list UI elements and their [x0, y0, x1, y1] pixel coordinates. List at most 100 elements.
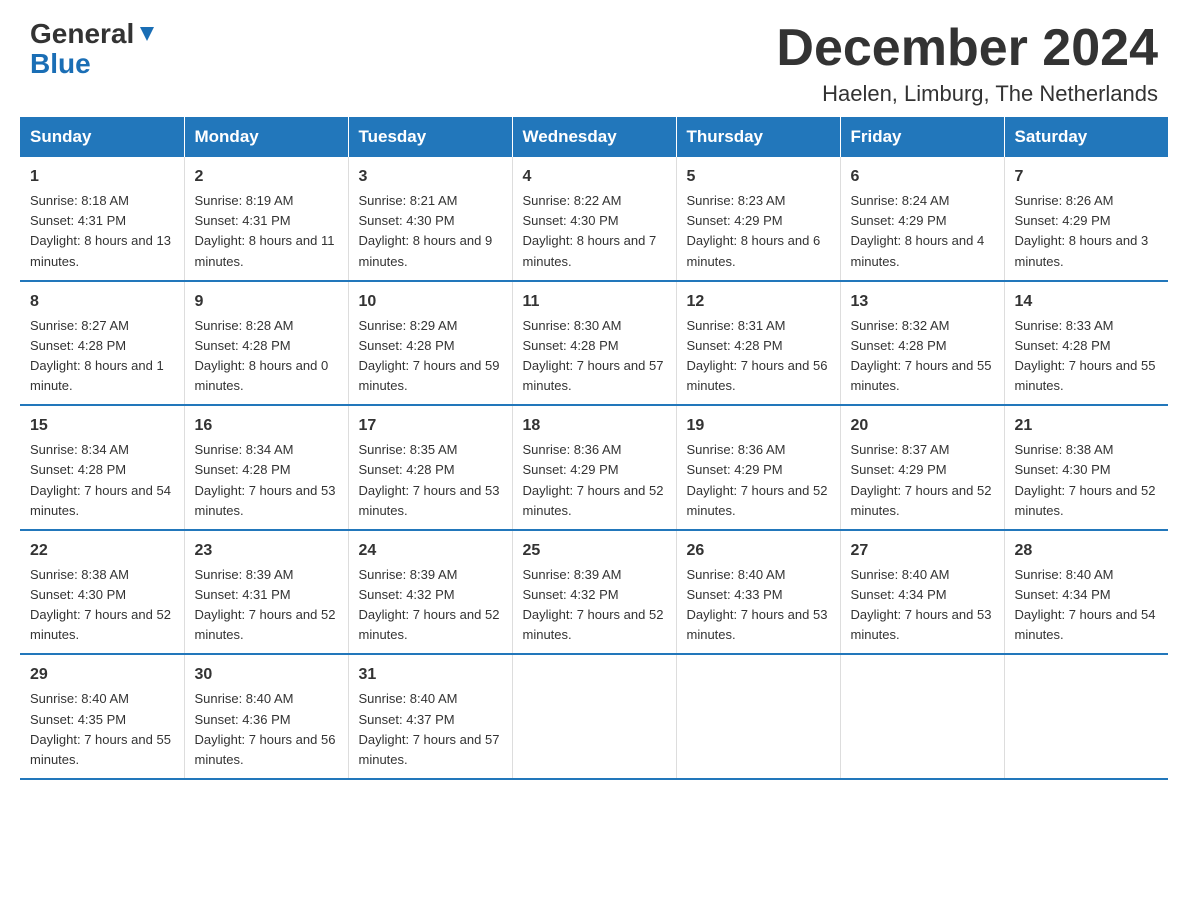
table-row: 13 Sunrise: 8:32 AM Sunset: 4:28 PM Dayl…	[840, 281, 1004, 406]
daylight-label: Daylight: 7 hours and 56 minutes.	[687, 358, 828, 393]
daylight-label: Daylight: 7 hours and 52 minutes.	[851, 483, 992, 518]
day-info: Sunrise: 8:40 AM Sunset: 4:36 PM Dayligh…	[195, 689, 338, 770]
daylight-label: Daylight: 7 hours and 53 minutes.	[851, 607, 992, 642]
day-info: Sunrise: 8:32 AM Sunset: 4:28 PM Dayligh…	[851, 316, 994, 397]
sunset-label: Sunset: 4:28 PM	[30, 338, 126, 353]
sunrise-label: Sunrise: 8:38 AM	[30, 567, 129, 582]
day-info: Sunrise: 8:40 AM Sunset: 4:34 PM Dayligh…	[851, 565, 994, 646]
sunset-label: Sunset: 4:30 PM	[30, 587, 126, 602]
day-info: Sunrise: 8:39 AM Sunset: 4:32 PM Dayligh…	[523, 565, 666, 646]
table-row: 18 Sunrise: 8:36 AM Sunset: 4:29 PM Dayl…	[512, 405, 676, 530]
daylight-label: Daylight: 7 hours and 52 minutes.	[359, 607, 500, 642]
sunset-label: Sunset: 4:34 PM	[851, 587, 947, 602]
sunset-label: Sunset: 4:31 PM	[30, 213, 126, 228]
daylight-label: Daylight: 7 hours and 53 minutes.	[359, 483, 500, 518]
location-title: Haelen, Limburg, The Netherlands	[776, 81, 1158, 107]
sunrise-label: Sunrise: 8:23 AM	[687, 193, 786, 208]
logo-blue-text: Blue	[30, 48, 91, 79]
sunset-label: Sunset: 4:34 PM	[1015, 587, 1111, 602]
table-row: 29 Sunrise: 8:40 AM Sunset: 4:35 PM Dayl…	[20, 654, 184, 779]
col-saturday: Saturday	[1004, 117, 1168, 157]
table-row: 17 Sunrise: 8:35 AM Sunset: 4:28 PM Dayl…	[348, 405, 512, 530]
table-row: 21 Sunrise: 8:38 AM Sunset: 4:30 PM Dayl…	[1004, 405, 1168, 530]
logo: General Blue	[30, 20, 158, 80]
sunset-label: Sunset: 4:28 PM	[1015, 338, 1111, 353]
logo-arrow-icon	[136, 23, 158, 49]
day-number: 19	[687, 414, 830, 438]
sunrise-label: Sunrise: 8:18 AM	[30, 193, 129, 208]
sunset-label: Sunset: 4:28 PM	[523, 338, 619, 353]
day-number: 7	[1015, 165, 1159, 189]
sunrise-label: Sunrise: 8:26 AM	[1015, 193, 1114, 208]
day-number: 10	[359, 290, 502, 314]
sunset-label: Sunset: 4:35 PM	[30, 712, 126, 727]
day-number: 9	[195, 290, 338, 314]
table-row: 8 Sunrise: 8:27 AM Sunset: 4:28 PM Dayli…	[20, 281, 184, 406]
table-row: 15 Sunrise: 8:34 AM Sunset: 4:28 PM Dayl…	[20, 405, 184, 530]
sunrise-label: Sunrise: 8:19 AM	[195, 193, 294, 208]
daylight-label: Daylight: 7 hours and 55 minutes.	[30, 732, 171, 767]
sunset-label: Sunset: 4:29 PM	[687, 462, 783, 477]
sunset-label: Sunset: 4:28 PM	[195, 462, 291, 477]
day-number: 18	[523, 414, 666, 438]
day-number: 15	[30, 414, 174, 438]
table-row: 31 Sunrise: 8:40 AM Sunset: 4:37 PM Dayl…	[348, 654, 512, 779]
calendar-table: Sunday Monday Tuesday Wednesday Thursday…	[20, 117, 1168, 780]
day-info: Sunrise: 8:18 AM Sunset: 4:31 PM Dayligh…	[30, 191, 174, 272]
day-number: 21	[1015, 414, 1159, 438]
table-row: 20 Sunrise: 8:37 AM Sunset: 4:29 PM Dayl…	[840, 405, 1004, 530]
table-row: 2 Sunrise: 8:19 AM Sunset: 4:31 PM Dayli…	[184, 157, 348, 281]
day-number: 3	[359, 165, 502, 189]
table-row: 14 Sunrise: 8:33 AM Sunset: 4:28 PM Dayl…	[1004, 281, 1168, 406]
sunset-label: Sunset: 4:30 PM	[359, 213, 455, 228]
day-number: 26	[687, 539, 830, 563]
table-row: 6 Sunrise: 8:24 AM Sunset: 4:29 PM Dayli…	[840, 157, 1004, 281]
table-row: 27 Sunrise: 8:40 AM Sunset: 4:34 PM Dayl…	[840, 530, 1004, 655]
sunrise-label: Sunrise: 8:24 AM	[851, 193, 950, 208]
day-number: 11	[523, 290, 666, 314]
table-row: 9 Sunrise: 8:28 AM Sunset: 4:28 PM Dayli…	[184, 281, 348, 406]
day-number: 27	[851, 539, 994, 563]
sunset-label: Sunset: 4:31 PM	[195, 213, 291, 228]
day-info: Sunrise: 8:22 AM Sunset: 4:30 PM Dayligh…	[523, 191, 666, 272]
day-info: Sunrise: 8:39 AM Sunset: 4:32 PM Dayligh…	[359, 565, 502, 646]
col-thursday: Thursday	[676, 117, 840, 157]
table-row	[840, 654, 1004, 779]
sunrise-label: Sunrise: 8:34 AM	[30, 442, 129, 457]
sunrise-label: Sunrise: 8:40 AM	[30, 691, 129, 706]
sunset-label: Sunset: 4:29 PM	[851, 462, 947, 477]
daylight-label: Daylight: 7 hours and 57 minutes.	[523, 358, 664, 393]
table-row	[512, 654, 676, 779]
calendar-week-row: 22 Sunrise: 8:38 AM Sunset: 4:30 PM Dayl…	[20, 530, 1168, 655]
calendar-header-row: Sunday Monday Tuesday Wednesday Thursday…	[20, 117, 1168, 157]
daylight-label: Daylight: 7 hours and 55 minutes.	[1015, 358, 1156, 393]
daylight-label: Daylight: 7 hours and 53 minutes.	[195, 483, 336, 518]
calendar-week-row: 15 Sunrise: 8:34 AM Sunset: 4:28 PM Dayl…	[20, 405, 1168, 530]
sunset-label: Sunset: 4:29 PM	[523, 462, 619, 477]
daylight-label: Daylight: 8 hours and 6 minutes.	[687, 233, 821, 268]
table-row: 12 Sunrise: 8:31 AM Sunset: 4:28 PM Dayl…	[676, 281, 840, 406]
sunrise-label: Sunrise: 8:34 AM	[195, 442, 294, 457]
daylight-label: Daylight: 8 hours and 9 minutes.	[359, 233, 493, 268]
daylight-label: Daylight: 7 hours and 59 minutes.	[359, 358, 500, 393]
table-row: 1 Sunrise: 8:18 AM Sunset: 4:31 PM Dayli…	[20, 157, 184, 281]
sunrise-label: Sunrise: 8:22 AM	[523, 193, 622, 208]
daylight-label: Daylight: 7 hours and 52 minutes.	[195, 607, 336, 642]
table-row: 19 Sunrise: 8:36 AM Sunset: 4:29 PM Dayl…	[676, 405, 840, 530]
sunrise-label: Sunrise: 8:21 AM	[359, 193, 458, 208]
sunrise-label: Sunrise: 8:33 AM	[1015, 318, 1114, 333]
day-info: Sunrise: 8:28 AM Sunset: 4:28 PM Dayligh…	[195, 316, 338, 397]
daylight-label: Daylight: 7 hours and 52 minutes.	[687, 483, 828, 518]
sunrise-label: Sunrise: 8:31 AM	[687, 318, 786, 333]
calendar-wrapper: Sunday Monday Tuesday Wednesday Thursday…	[0, 117, 1188, 800]
day-info: Sunrise: 8:34 AM Sunset: 4:28 PM Dayligh…	[30, 440, 174, 521]
day-info: Sunrise: 8:33 AM Sunset: 4:28 PM Dayligh…	[1015, 316, 1159, 397]
day-number: 2	[195, 165, 338, 189]
table-row: 25 Sunrise: 8:39 AM Sunset: 4:32 PM Dayl…	[512, 530, 676, 655]
table-row: 5 Sunrise: 8:23 AM Sunset: 4:29 PM Dayli…	[676, 157, 840, 281]
col-sunday: Sunday	[20, 117, 184, 157]
day-info: Sunrise: 8:24 AM Sunset: 4:29 PM Dayligh…	[851, 191, 994, 272]
day-number: 12	[687, 290, 830, 314]
table-row	[1004, 654, 1168, 779]
daylight-label: Daylight: 8 hours and 13 minutes.	[30, 233, 171, 268]
